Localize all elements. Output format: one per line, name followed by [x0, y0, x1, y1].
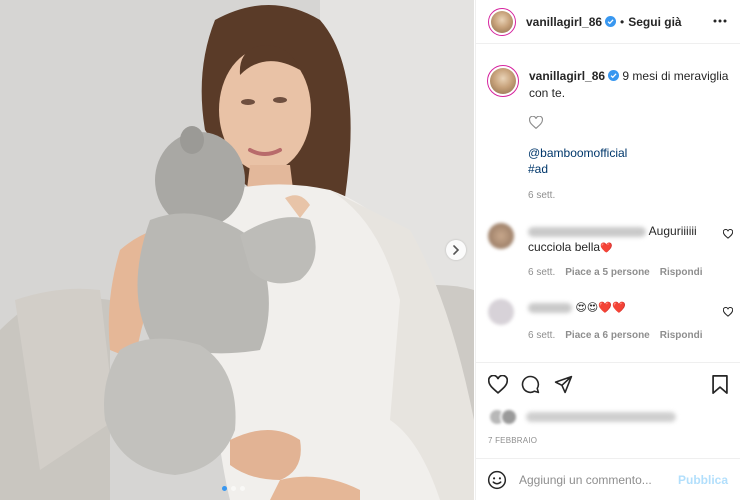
commenter-avatar[interactable] [488, 299, 514, 325]
heart-icon[interactable] [723, 229, 733, 239]
chevron-right-icon [453, 245, 460, 255]
comment-item: 😍😍❤️❤️ 6 sett. Piace a 6 persone Rispond… [488, 298, 733, 344]
add-comment-bar: Pubblica [475, 458, 740, 500]
comment-icon[interactable] [521, 375, 540, 394]
comment-emoji: ❤️ [600, 243, 613, 254]
post-photo[interactable] [0, 0, 474, 500]
comment-text: 😍😍❤️❤️ [575, 302, 626, 314]
more-options-icon[interactable] [713, 14, 727, 28]
comment-timestamp: 6 sett. [528, 330, 556, 341]
commenter-username[interactable] [528, 226, 646, 237]
publish-button[interactable]: Pubblica [678, 473, 728, 487]
bookmark-icon[interactable] [712, 375, 728, 394]
carousel-dot [231, 486, 236, 491]
comment-meta: 6 sett. Piace a 5 persone Rispondi [528, 267, 703, 278]
comment-timestamp: 6 sett. [528, 267, 556, 278]
action-bar [475, 362, 740, 406]
next-photo-button[interactable] [446, 240, 466, 260]
verified-badge-icon [608, 70, 620, 81]
liked-by-text[interactable] [526, 412, 676, 422]
emoji-icon[interactable] [487, 470, 507, 490]
heart-icon[interactable] [529, 116, 543, 129]
post-header: vanillagirl_86 • Segui già [476, 0, 740, 44]
follow-button[interactable]: Segui già [628, 15, 681, 29]
heart-icon[interactable] [723, 307, 733, 317]
photo-illustration [0, 0, 474, 500]
post-caption: vanillagirl_86 9 mesi di meraviglia con … [487, 65, 732, 102]
verified-badge-icon [605, 16, 617, 27]
comment-likes[interactable]: Piace a 6 persone [565, 330, 650, 341]
carousel-dot [222, 486, 227, 491]
carousel-dot [240, 486, 245, 491]
post-date: 7 FEBBRAIO [488, 436, 538, 445]
header-separator: • [620, 14, 625, 29]
author-username[interactable]: vanillagirl_86 [526, 15, 602, 29]
comment-item: Auguriiiiii cucciola bella❤️ 6 sett. Pia… [488, 222, 733, 282]
share-icon[interactable] [554, 375, 573, 394]
mention-link[interactable]: @bamboomofficial [528, 145, 627, 161]
caption-username[interactable]: vanillagirl_86 [529, 69, 605, 83]
commenter-avatar[interactable] [488, 223, 514, 249]
reply-button[interactable]: Rispondi [660, 330, 703, 341]
comment-meta: 6 sett. Piace a 6 persone Rispondi [528, 330, 703, 341]
heart-icon[interactable] [488, 375, 508, 394]
caption-timestamp: 6 sett. [528, 190, 556, 201]
comment-input[interactable] [519, 472, 678, 487]
commenter-username[interactable] [528, 302, 572, 313]
hashtag-link[interactable]: #ad [528, 161, 627, 177]
carousel-indicator [222, 486, 245, 491]
liked-by[interactable] [488, 406, 676, 428]
caption-tags: @bamboomofficial #ad [528, 145, 627, 177]
reply-button[interactable]: Rispondi [660, 267, 703, 278]
liker-avatar [500, 408, 518, 426]
author-avatar[interactable] [488, 7, 516, 36]
comment-likes[interactable]: Piace a 5 persone [565, 267, 650, 278]
caption-avatar[interactable] [487, 65, 519, 97]
